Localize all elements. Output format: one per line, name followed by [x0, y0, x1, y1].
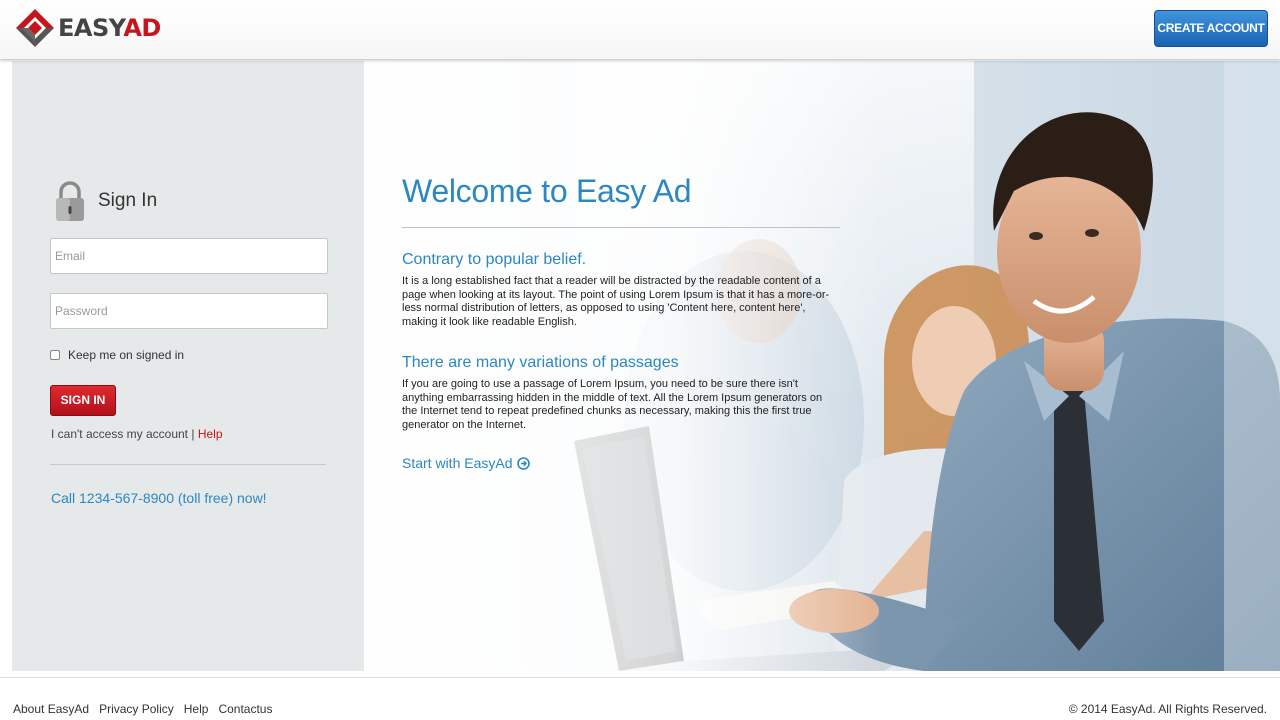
password-input[interactable]: [50, 293, 328, 329]
footer-link-about[interactable]: About EasyAd: [13, 702, 89, 716]
email-input[interactable]: [50, 238, 328, 274]
hero-title: Welcome to Easy Ad: [402, 173, 692, 209]
section2-title: There are many variations of passages: [402, 354, 679, 371]
padlock-icon: [56, 181, 84, 221]
logo-text-ad: AD: [123, 14, 161, 42]
signin-header: Sign In: [52, 179, 157, 223]
footer-link-contact[interactable]: Contactus: [218, 702, 272, 716]
section1-text: It is a long established fact that a rea…: [402, 275, 830, 328]
copyright-text: © 2014 EasyAd. All Rights Reserved.: [1068, 702, 1267, 716]
hero-title-rule: [402, 227, 840, 228]
sidebar-divider: [50, 464, 326, 465]
section1-title: Contrary to popular belief.: [402, 251, 587, 268]
sign-in-button[interactable]: SIGN IN: [50, 385, 116, 416]
signin-sidebar: Sign In Keep me on signed in SIGN IN I c…: [12, 61, 364, 671]
start-with-easyad-link[interactable]: Start with EasyAd: [402, 455, 530, 471]
footer-link-help[interactable]: Help: [184, 702, 209, 716]
footer-link-privacy[interactable]: Privacy Policy: [99, 702, 174, 716]
cant-access-label: I can't access my account |: [51, 427, 195, 441]
top-header: EASYAD CREATE ACCOUNT: [0, 0, 1280, 60]
keep-signed-in-checkbox[interactable]: [50, 350, 60, 360]
footer-links: About EasyAd Privacy Policy Help Contact…: [13, 702, 272, 716]
start-link-label: Start with EasyAd: [402, 455, 513, 471]
keep-signed-in[interactable]: Keep me on signed in: [50, 348, 184, 362]
account-access-text: I can't access my account | Help: [51, 427, 223, 441]
easyad-logo[interactable]: EASYAD: [14, 6, 161, 50]
logo-wordmark: EASYAD: [58, 14, 161, 42]
create-account-button[interactable]: CREATE ACCOUNT: [1154, 10, 1268, 47]
hero-section: Welcome to Easy Ad Contrary to popular b…: [364, 61, 1280, 671]
footer-divider: [0, 677, 1280, 678]
help-link[interactable]: Help: [198, 427, 223, 441]
keep-signed-in-label: Keep me on signed in: [68, 348, 185, 362]
signin-title: Sign In: [98, 190, 158, 211]
call-toll-free-text: Call 1234-567-8900 (toll free) now!: [51, 490, 267, 506]
easyad-logo-icon: [16, 9, 54, 47]
logo-text-easy: EASY: [58, 14, 124, 42]
section2-text: If you are going to use a passage of Lor…: [402, 378, 823, 431]
arrow-circle-right-icon: [516, 456, 530, 470]
